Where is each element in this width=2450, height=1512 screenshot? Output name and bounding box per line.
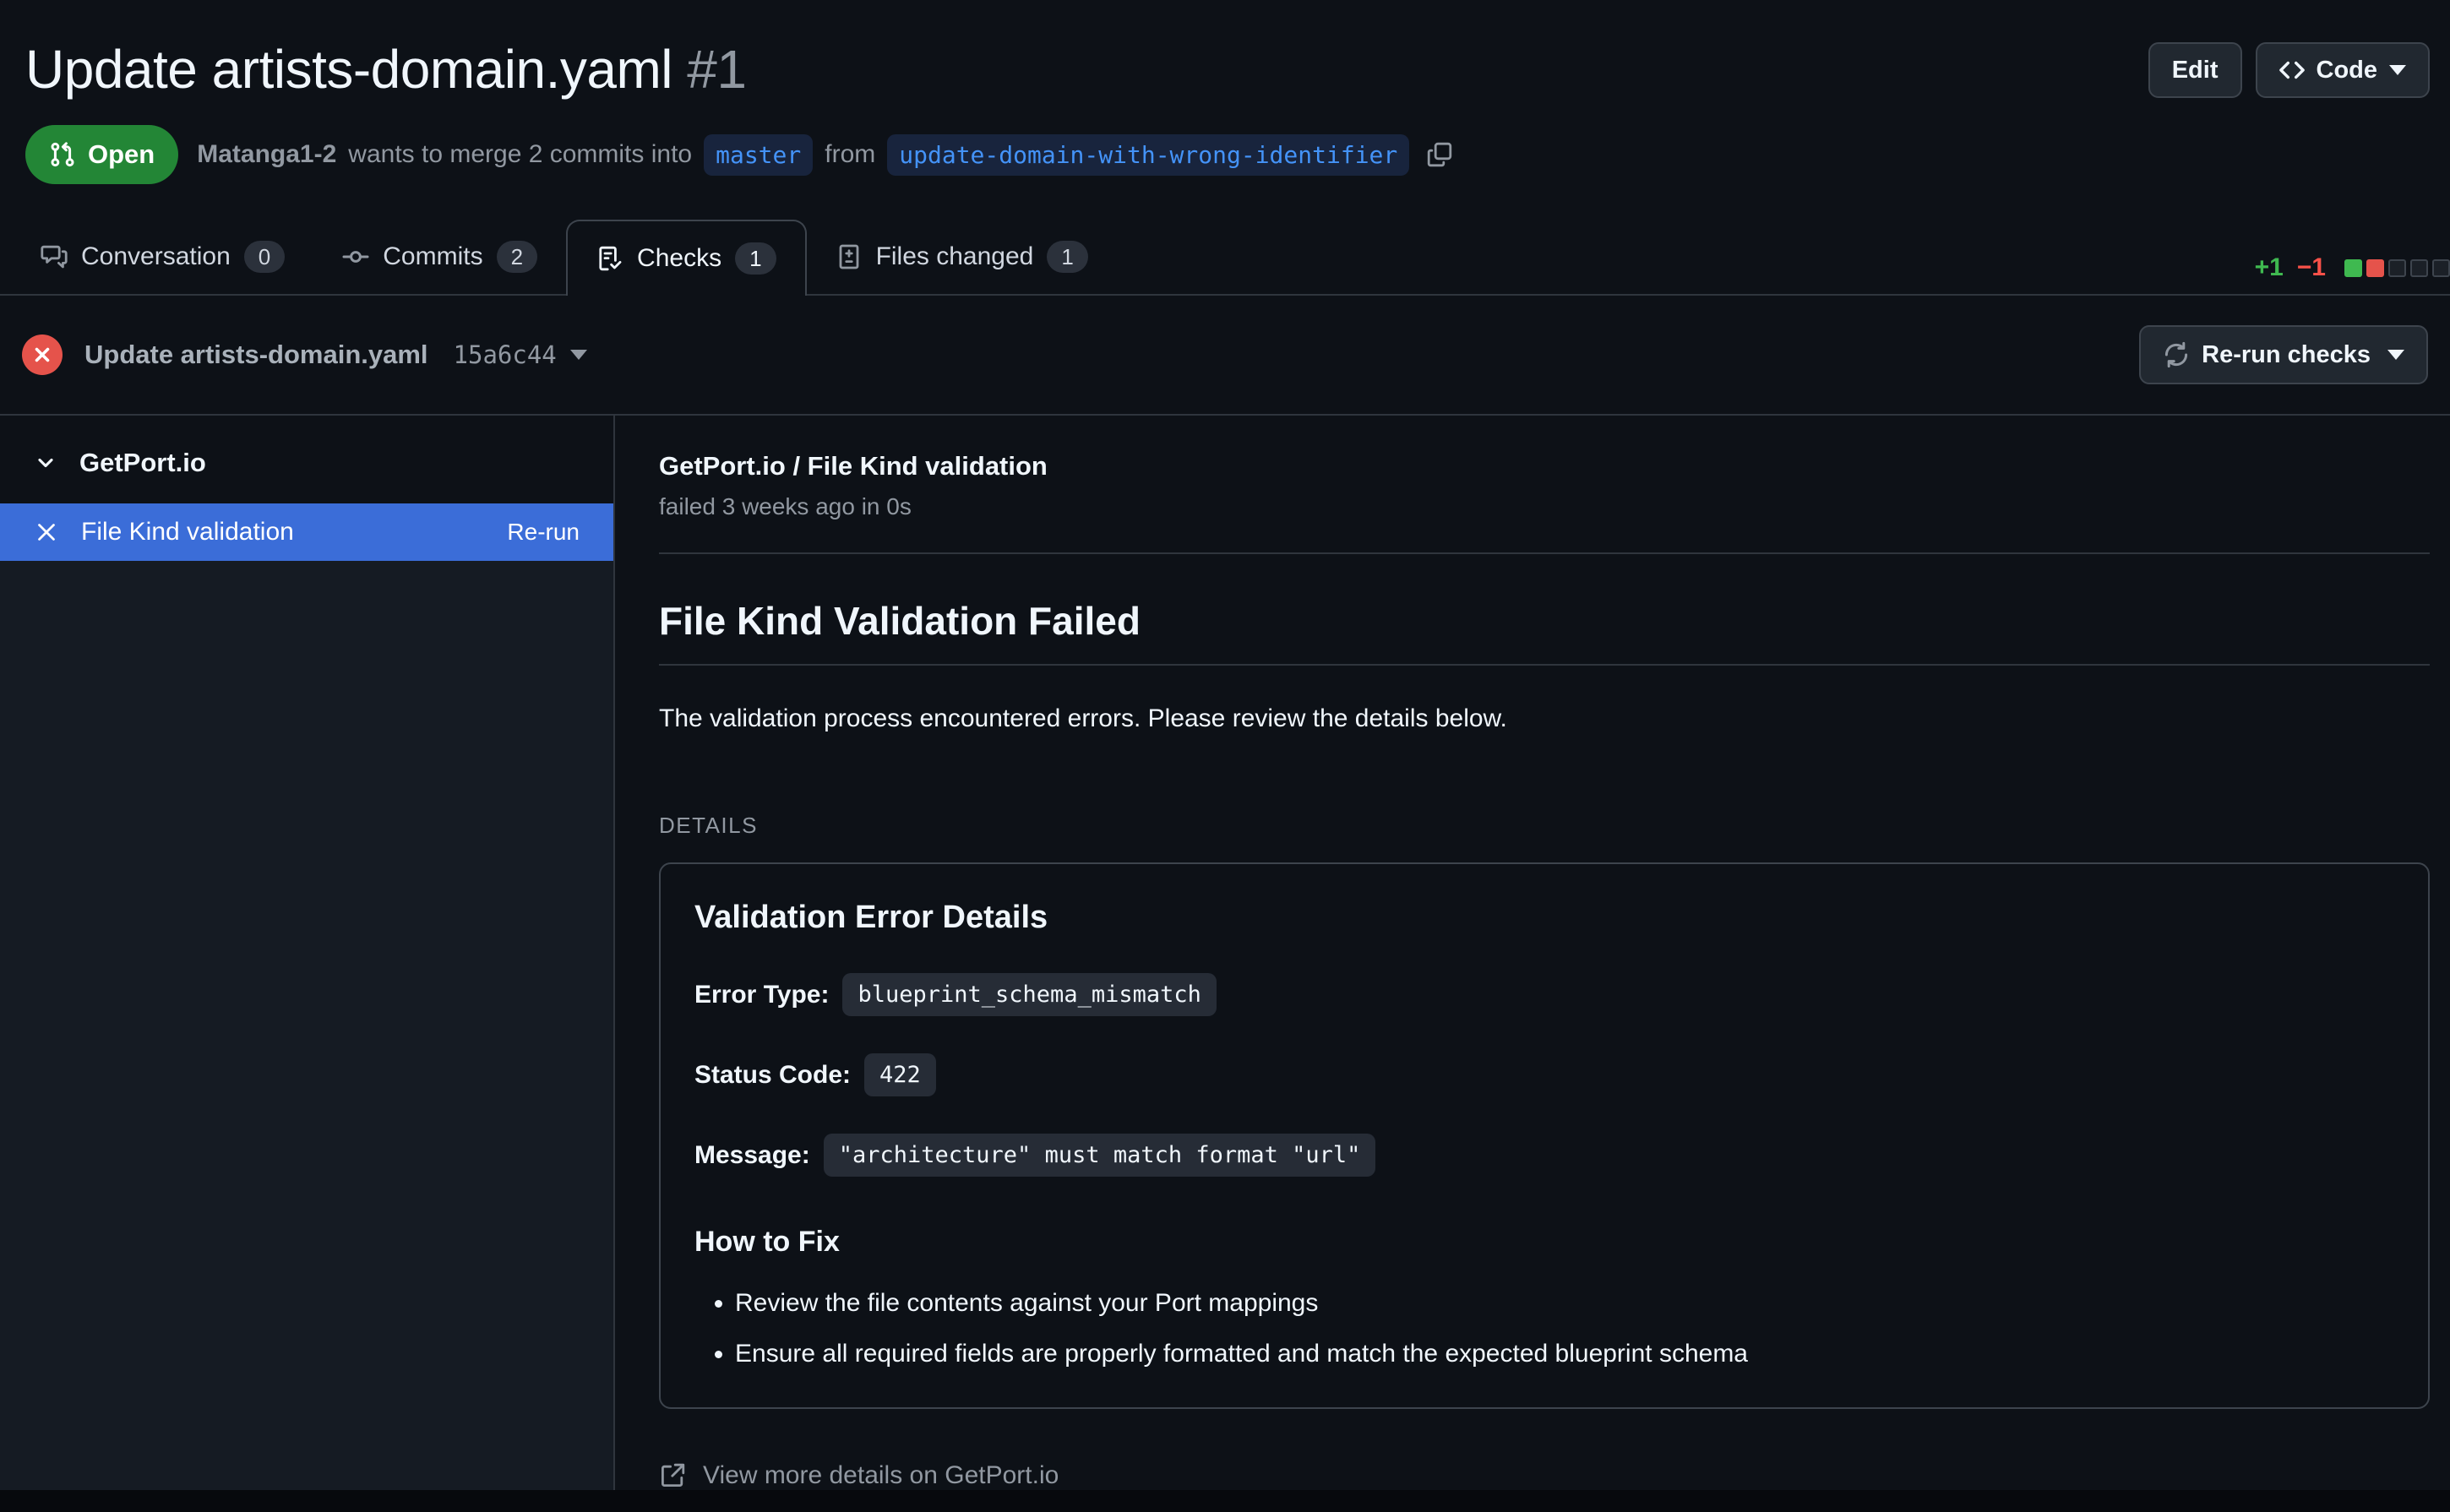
byline-middle-text: wants to merge 2 commits into — [348, 140, 692, 169]
code-button-label: Code — [2317, 57, 2378, 84]
check-run-name: Update artists-domain.yaml — [84, 340, 428, 370]
pr-author[interactable]: Matanga1-2 — [197, 140, 336, 169]
check-run-header-left: Update artists-domain.yaml 15a6c44 — [22, 334, 587, 375]
error-type-label: Error Type: — [694, 981, 829, 1009]
tab-counter: 0 — [244, 241, 285, 273]
comment-discussion-icon — [41, 243, 68, 270]
diffstat-block-del — [2366, 259, 2384, 277]
sidebar-item-file-kind-validation[interactable]: File Kind validation Re-run — [0, 503, 613, 561]
tab-label: Checks — [637, 244, 721, 273]
chevron-down-icon — [34, 451, 57, 475]
details-section-label: DETAILS — [659, 813, 2430, 839]
external-link-icon — [659, 1462, 686, 1489]
tab-counter: 1 — [735, 242, 776, 275]
message-row: Message: "architecture" must match forma… — [694, 1134, 2394, 1177]
diffstat: +1 −1 — [2255, 220, 2450, 294]
status-code-value: 422 — [864, 1053, 936, 1096]
tab-counter: 2 — [497, 241, 537, 273]
checks-sidebar: GetPort.io File Kind validation Re-run — [0, 416, 615, 1490]
check-run-header: Update artists-domain.yaml 15a6c44 Re-ru… — [0, 296, 2450, 416]
pr-tabs: Conversation 0 Commits 2 Checks 1 — [0, 220, 2450, 296]
pr-number: #1 — [687, 39, 746, 100]
diffstat-blocks — [2344, 259, 2450, 277]
diffstat-block-neutral — [2410, 259, 2428, 277]
code-caret-icon — [2389, 65, 2406, 75]
rerun-checks-label: Re-run checks — [2202, 341, 2371, 369]
base-branch-chip[interactable]: master — [704, 134, 813, 176]
pr-state-label: Open — [88, 139, 155, 170]
error-type-row: Error Type: blueprint_schema_mismatch — [694, 973, 2394, 1016]
code-icon — [2279, 57, 2305, 83]
tab-commits[interactable]: Commits 2 — [313, 220, 566, 294]
tab-label: Files changed — [876, 242, 1034, 271]
output-heading: File Kind Validation Failed — [659, 598, 2430, 666]
sidebar-item-label: File Kind validation — [81, 518, 485, 547]
title-buttons: Edit Code — [2148, 42, 2430, 98]
file-diff-icon — [836, 243, 863, 270]
how-to-fix-heading: How to Fix — [694, 1226, 2394, 1259]
sidebar-group-getport[interactable]: GetPort.io — [0, 416, 613, 503]
edit-button[interactable]: Edit — [2148, 42, 2242, 98]
checks-body: GetPort.io File Kind validation Re-run G… — [0, 416, 2450, 1490]
pr-tabs-left: Conversation 0 Commits 2 Checks 1 — [12, 220, 1117, 294]
view-more-details-label: View more details on GetPort.io — [703, 1461, 1059, 1490]
fix-list-item: Ensure all required fields are properly … — [735, 1340, 2394, 1368]
how-to-fix-list: Review the file contents against your Po… — [694, 1289, 2394, 1368]
diffstat-block-neutral — [2432, 259, 2450, 277]
status-code-label: Status Code: — [694, 1061, 851, 1090]
divider — [659, 552, 2430, 554]
status-code-row: Status Code: 422 — [694, 1053, 2394, 1096]
copy-branch-button[interactable] — [1426, 141, 1453, 168]
check-run-breadcrumb: GetPort.io / File Kind validation — [659, 451, 2430, 481]
pr-title-text: Update artists-domain.yaml — [25, 39, 672, 100]
diffstat-block-neutral — [2388, 259, 2406, 277]
title-row: Update artists-domain.yaml #1 Edit Code — [25, 37, 2430, 101]
diffstat-deletions: −1 — [2297, 253, 2326, 282]
tab-files-changed[interactable]: Files changed 1 — [807, 220, 1117, 294]
details-box-title: Validation Error Details — [694, 900, 2394, 936]
copy-icon — [1426, 141, 1453, 168]
pr-meta-row: Open Matanga1-2 wants to merge 2 commits… — [25, 125, 2430, 184]
tab-conversation[interactable]: Conversation 0 — [12, 220, 313, 294]
sidebar-item-rerun-link[interactable]: Re-run — [507, 519, 580, 546]
code-button[interactable]: Code — [2256, 42, 2431, 98]
check-run-output: GetPort.io / File Kind validation failed… — [615, 416, 2450, 1490]
tab-checks[interactable]: Checks 1 — [566, 220, 807, 296]
git-commit-icon — [342, 243, 369, 270]
sha-caret-icon — [570, 350, 587, 360]
x-icon — [34, 519, 59, 545]
tab-label: Conversation — [81, 242, 231, 271]
rerun-checks-button[interactable]: Re-run checks — [2139, 325, 2428, 384]
message-label: Message: — [694, 1141, 810, 1170]
fix-list-item: Review the file contents against your Po… — [735, 1289, 2394, 1318]
check-run-meta: failed 3 weeks ago in 0s — [659, 493, 2430, 520]
checklist-icon — [596, 245, 623, 272]
byline-from-text: from — [825, 140, 875, 169]
commit-sha-dropdown[interactable]: 15a6c44 — [454, 340, 587, 369]
git-pull-request-icon — [49, 141, 76, 168]
validation-error-details-box: Validation Error Details Error Type: blu… — [659, 862, 2430, 1409]
pr-byline: Matanga1-2 wants to merge 2 commits into… — [197, 134, 1453, 176]
page-title: Update artists-domain.yaml #1 — [25, 37, 746, 101]
sync-icon — [2163, 341, 2190, 368]
edit-button-label: Edit — [2172, 57, 2219, 84]
output-intro: The validation process encountered error… — [659, 704, 2430, 733]
message-value: "architecture" must match format "url" — [824, 1134, 1376, 1177]
error-type-value: blueprint_schema_mismatch — [842, 973, 1216, 1016]
sidebar-group-label: GetPort.io — [79, 448, 206, 478]
view-more-details-link[interactable]: View more details on GetPort.io — [659, 1461, 1059, 1490]
tab-label: Commits — [383, 242, 482, 271]
rerun-caret-icon — [2387, 350, 2404, 360]
pull-request-checks-page: Update artists-domain.yaml #1 Edit Code — [0, 0, 2450, 1490]
diffstat-block-add — [2344, 259, 2362, 277]
commit-sha: 15a6c44 — [454, 340, 557, 369]
pr-header: Update artists-domain.yaml #1 Edit Code — [0, 0, 2450, 184]
pr-state-badge: Open — [25, 125, 178, 184]
x-circle-fail-icon — [22, 334, 63, 375]
diffstat-additions: +1 — [2255, 253, 2284, 282]
bottom-bar — [0, 1490, 2450, 1512]
tab-counter: 1 — [1047, 241, 1087, 273]
head-branch-chip[interactable]: update-domain-with-wrong-identifier — [887, 134, 1409, 176]
